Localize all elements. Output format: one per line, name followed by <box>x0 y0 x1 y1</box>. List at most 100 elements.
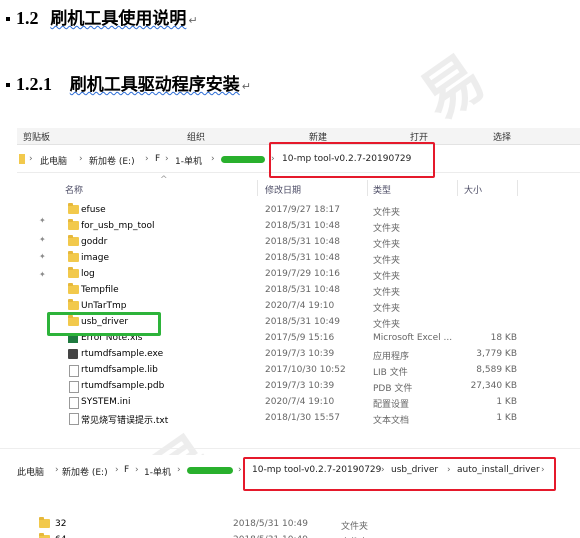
file-date: 2019/7/29 10:16 <box>265 269 340 279</box>
file-name: for_usb_mp_tool <box>81 221 155 231</box>
divider <box>0 448 580 449</box>
file-row[interactable]: goddr 2018/5/31 10:48 文件夹 <box>17 235 580 251</box>
breadcrumb-this-pc[interactable]: 此电脑 <box>17 465 44 478</box>
chevron-right-icon: › <box>165 154 169 164</box>
file-row[interactable]: 32 2018/5/31 10:49 文件夹 <box>17 517 580 533</box>
file-size: 1 KB <box>496 413 517 423</box>
file-row[interactable]: 642018/5/31 10:49文件夹 <box>17 533 580 538</box>
heading-2: 1.2.1 刷机工具驱动程序安装 ↵ <box>6 70 251 95</box>
breadcrumb-f[interactable]: F <box>155 154 160 164</box>
file-row[interactable]: log 2019/7/29 10:16 文件夹 <box>17 267 580 283</box>
file-date: 2018/5/31 10:49 <box>265 317 340 327</box>
folder-icon <box>68 299 79 310</box>
file-type: 配置设置 <box>373 400 410 410</box>
file-row[interactable]: 常见烧写错误提示.txt 2018/1/30 15:57 文本文档 1 KB <box>17 411 580 427</box>
highlight-box-red <box>243 457 556 491</box>
file-row[interactable]: rtumdfsample.pdb 2019/7/3 10:39 PDB 文件 27,3… <box>17 379 580 395</box>
file-icon <box>69 381 79 393</box>
chevron-right-icon: › <box>79 154 83 164</box>
folder-icon <box>68 251 79 262</box>
ribbon-clipboard-label: 剪贴板 <box>23 133 51 143</box>
file-date: 2019/7/3 10:39 <box>265 349 335 359</box>
file-date: 2017/9/27 18:17 <box>265 205 340 215</box>
chevron-right-icon: › <box>115 465 119 475</box>
heading-bullet <box>6 83 10 87</box>
column-size[interactable]: 大小 <box>464 183 482 196</box>
breadcrumb-standalone[interactable]: 1-单机 <box>175 154 202 167</box>
file-type: Microsoft Excel ... <box>373 333 453 343</box>
file-type: 文件夹 <box>373 240 401 250</box>
column-date-modified[interactable]: 修改日期 <box>265 183 301 196</box>
paragraph-mark: ↵ <box>241 80 251 93</box>
column-type[interactable]: 类型 <box>373 183 391 196</box>
folder-icon <box>68 283 79 294</box>
heading-1-number: 1.2 <box>16 8 39 28</box>
file-row[interactable]: for_usb_mp_tool 2018/5/31 10:48 文件夹 <box>17 219 580 235</box>
file-date: 2018/5/31 10:49 <box>233 519 308 529</box>
file-type: LIB 文件 <box>373 368 408 378</box>
file-date: 2018/1/30 15:57 <box>265 413 340 423</box>
file-type: 应用程序 <box>373 352 410 362</box>
file-name: image <box>81 253 110 263</box>
watermark: 易 <box>408 42 498 134</box>
file-name: rtumdfsample.lib <box>81 365 158 375</box>
file-row[interactable]: rtumdfsample.lib 2017/10/30 10:52 LIB 文件 8,… <box>17 363 580 379</box>
breadcrumb-this-pc[interactable]: 此电脑 <box>40 154 67 167</box>
heading-2-text: 刷机工具驱动程序安装 <box>69 75 240 95</box>
file-row[interactable]: image 2018/5/31 10:48 文件夹 <box>17 251 580 267</box>
sort-up-icon: ^ <box>160 175 168 185</box>
highlight-box-red <box>269 142 435 178</box>
paragraph-mark: ↵ <box>188 14 198 27</box>
file-date: 2018/5/31 10:48 <box>265 253 340 263</box>
heading-bullet <box>6 17 10 21</box>
file-row[interactable]: Tempfile 2018/5/31 10:48 文件夹 <box>17 283 580 299</box>
file-row[interactable]: SYSTEM.ini 2020/7/4 19:10 配置设置 1 KB <box>17 395 580 411</box>
chevron-right-icon: › <box>177 465 181 475</box>
file-type: 文件夹 <box>373 288 401 298</box>
file-date: 2018/5/31 10:48 <box>265 221 340 231</box>
file-type: PDB 文件 <box>373 384 413 394</box>
file-name: 常见烧写错误提示.txt <box>81 416 169 426</box>
folder-icon <box>68 203 79 214</box>
explorer-screenshot-2: 此电脑 › 新加卷 (E:) › F › 1-单机 › › 10-mp tool… <box>17 455 580 538</box>
file-type: 文本文档 <box>373 416 410 426</box>
breadcrumb-drive-e[interactable]: 新加卷 (E:) <box>62 465 108 478</box>
column-name[interactable]: 名称 <box>65 183 83 196</box>
file-row[interactable]: rtumdfsample.exe 2019/7/3 10:39 应用程序 3,779 … <box>17 347 580 363</box>
file-date: 2018/5/31 10:48 <box>265 285 340 295</box>
folder-icon <box>19 154 25 164</box>
file-type: 文件夹 <box>341 522 369 532</box>
file-date: 2020/7/4 19:10 <box>265 397 335 407</box>
file-type: 文件夹 <box>373 304 401 314</box>
file-type: 文件夹 <box>373 224 401 234</box>
file-date: 2017/10/30 10:52 <box>265 365 346 375</box>
file-date: 2017/5/9 15:16 <box>265 333 335 343</box>
column-divider[interactable] <box>367 180 368 196</box>
breadcrumb-f[interactable]: F <box>124 465 129 475</box>
folder-icon <box>68 235 79 246</box>
file-size: 27,340 KB <box>470 381 517 391</box>
file-icon <box>69 365 79 377</box>
file-name: efuse <box>81 205 106 215</box>
file-name: SYSTEM.ini <box>81 397 131 407</box>
explorer-screenshot-1: 剪贴板 组织 新建 打开 选择 › 此电脑 › 新加卷 (E:) › F › 1… <box>17 128 580 428</box>
file-name: UnTarTmp <box>81 301 127 311</box>
column-divider[interactable] <box>457 180 458 196</box>
chevron-right-icon: › <box>55 465 59 475</box>
file-size: 1 KB <box>496 397 517 407</box>
file-name: goddr <box>81 237 108 247</box>
text-file-icon <box>69 413 79 425</box>
file-size: 3,779 KB <box>476 349 517 359</box>
breadcrumb-standalone[interactable]: 1-单机 <box>144 465 171 478</box>
column-divider[interactable] <box>517 180 518 196</box>
column-divider[interactable] <box>257 180 258 196</box>
redacted-path-segment <box>187 467 233 474</box>
file-name: 32 <box>55 519 67 529</box>
file-row[interactable]: efuse 2017/9/27 18:17 文件夹 <box>17 203 580 219</box>
folder-icon <box>39 517 50 528</box>
breadcrumb-drive-e[interactable]: 新加卷 (E:) <box>89 154 135 167</box>
ini-icon <box>69 397 79 409</box>
file-type: 文件夹 <box>373 272 401 282</box>
chevron-right-icon: › <box>238 465 242 475</box>
chevron-right-icon: › <box>211 154 215 164</box>
